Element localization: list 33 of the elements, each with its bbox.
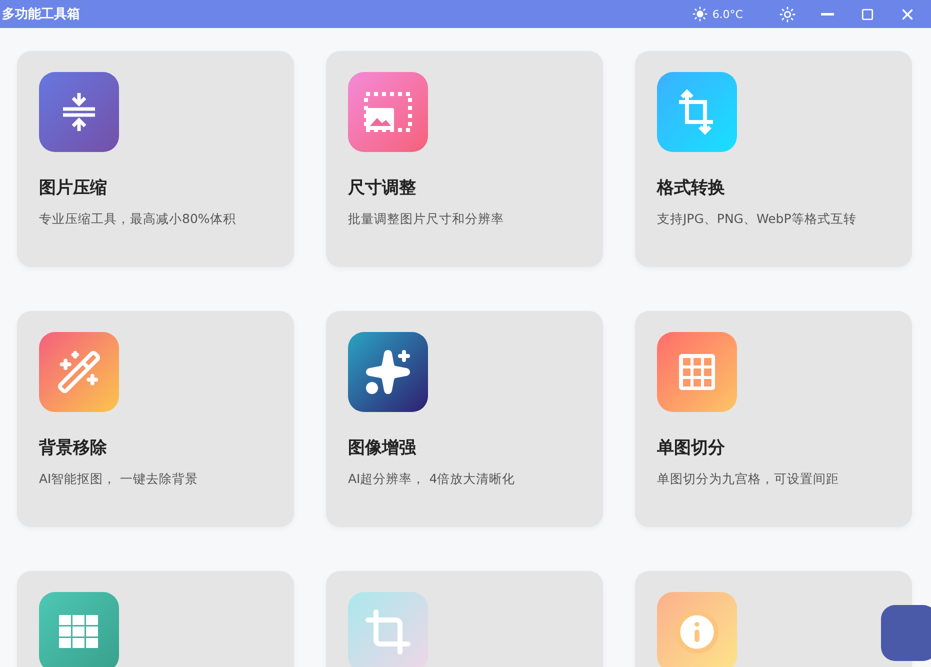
tool-title: 图像增强	[348, 437, 418, 459]
tool-card[interactable]: 尺寸调整 批量调整图片尺寸和分辨率	[326, 51, 603, 267]
crop-icon	[364, 608, 412, 656]
tool-description: AI超分辨率， 4倍放大清晰化	[348, 471, 516, 488]
tiles-icon	[59, 615, 99, 649]
temperature-text: 6.0°C	[712, 8, 743, 20]
tool-title: 格式转换	[657, 177, 726, 199]
tool-description: AI智能抠图， 一键去除背景	[39, 471, 200, 488]
sun-icon	[778, 6, 796, 22]
maximize-icon	[860, 8, 874, 20]
tool-description: 批量调整图片尺寸和分辨率	[348, 211, 505, 228]
tool-card[interactable]: 图片压缩 专业压缩工具，最高减小80%体积	[17, 51, 294, 267]
tool-description: 专业压缩工具，最高减小80%体积	[39, 211, 237, 228]
tool-card[interactable]: 图像增强 AI超分辨率， 4倍放大清晰化	[326, 311, 603, 527]
tool-description: 支持JPG、PNG、WebP等格式互转	[657, 211, 858, 228]
tool-card[interactable]: 背景移除 AI智能抠图， 一键去除背景	[17, 311, 294, 527]
tool-card[interactable]: 格式转换 支持JPG、PNG、WebP等格式互转	[635, 51, 912, 267]
tool-card[interactable]: 单图切分 单图切分为九宫格，可设置间距	[635, 311, 912, 527]
minimize-icon	[820, 12, 834, 16]
floating-action-button[interactable]	[881, 605, 931, 661]
tool-title: 单图切分	[657, 437, 726, 459]
tool-description: 单图切分为九宫格，可设置间距	[657, 471, 840, 488]
compress-icon	[61, 91, 97, 133]
grid-icon	[677, 352, 717, 392]
tool-title: 尺寸调整	[348, 177, 417, 199]
sun-icon	[692, 6, 708, 22]
info-icon	[674, 609, 720, 655]
image-frame-icon	[364, 92, 412, 132]
tool-title: 背景移除	[39, 437, 108, 459]
sparkles-icon	[364, 348, 412, 396]
magic-wand-icon	[56, 349, 102, 395]
window-title: 多功能工具箱	[2, 6, 81, 23]
tool-title: 图片压缩	[39, 177, 108, 199]
